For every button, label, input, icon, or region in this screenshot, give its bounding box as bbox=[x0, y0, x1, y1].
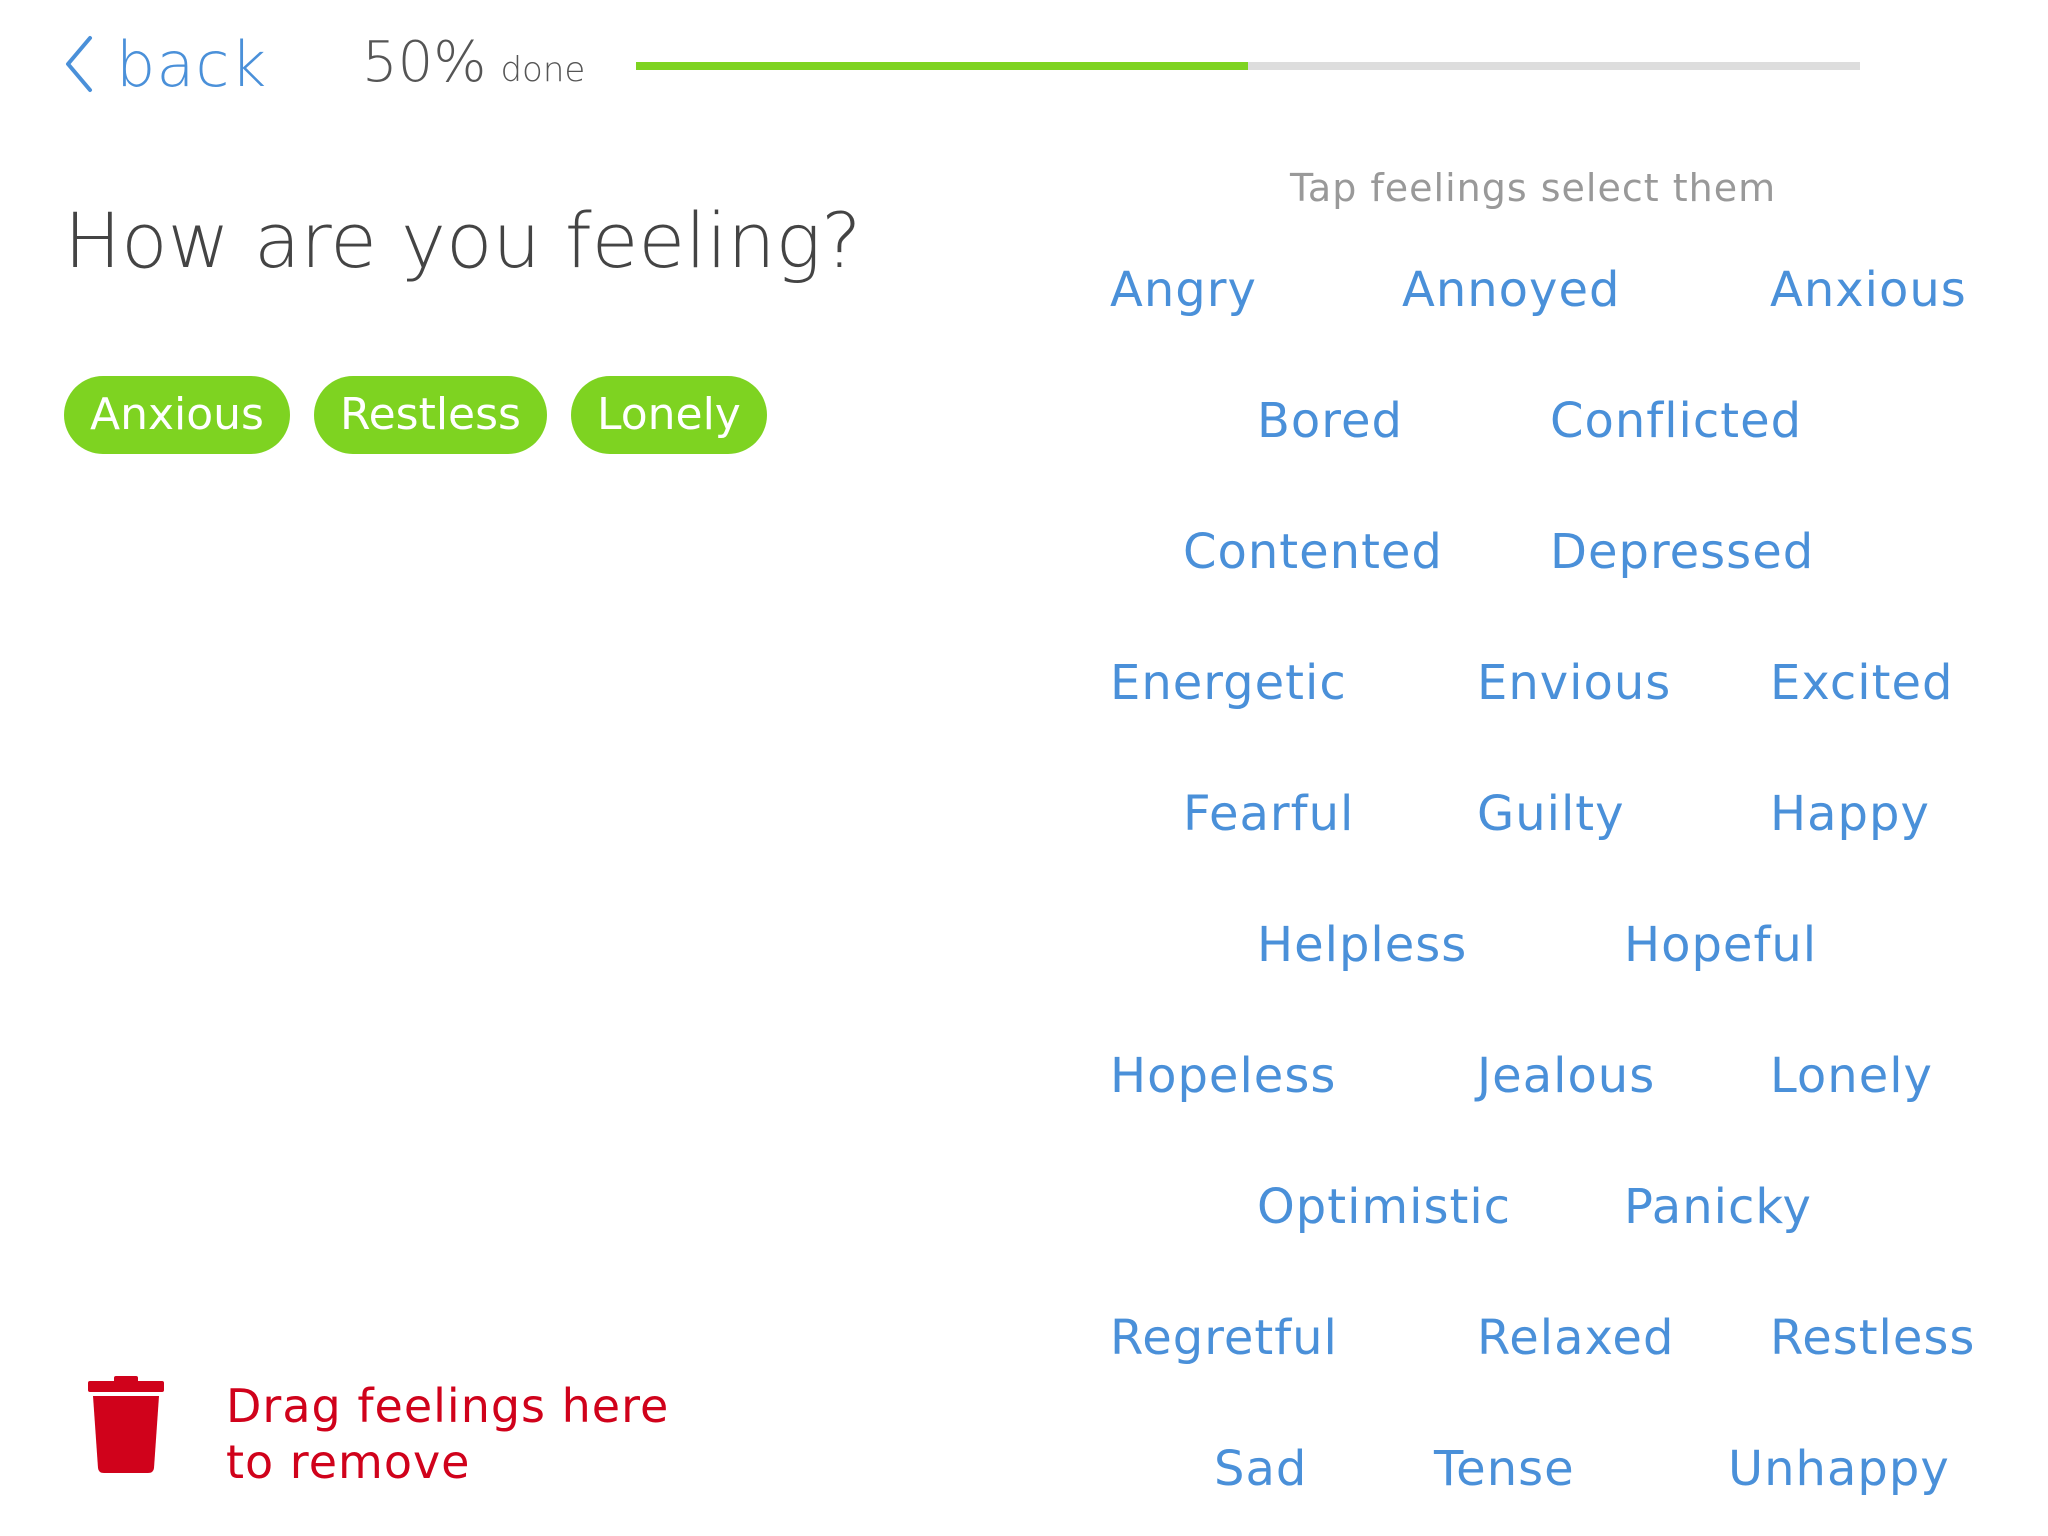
feeling-option-energetic[interactable]: Energetic bbox=[1110, 655, 1347, 711]
feeling-option-optimistic[interactable]: Optimistic bbox=[1257, 1179, 1511, 1235]
feeling-option-lonely[interactable]: Lonely bbox=[1770, 1048, 1933, 1104]
feeling-option-envious[interactable]: Envious bbox=[1477, 655, 1671, 711]
progress-bar bbox=[636, 62, 1860, 70]
progress-bar-fill bbox=[636, 62, 1248, 70]
feeling-option-hopeful[interactable]: Hopeful bbox=[1624, 917, 1817, 973]
feeling-option-excited[interactable]: Excited bbox=[1770, 655, 1953, 711]
feeling-option-panicky[interactable]: Panicky bbox=[1624, 1179, 1812, 1235]
trash-icon bbox=[88, 1376, 164, 1474]
back-button[interactable]: back bbox=[64, 24, 267, 104]
progress-done-label: done bbox=[500, 50, 586, 90]
feeling-option-tense[interactable]: Tense bbox=[1434, 1441, 1575, 1497]
progress-percent: 50% bbox=[362, 30, 487, 95]
progress-text: 50% done bbox=[362, 30, 585, 95]
feeling-option-bored[interactable]: Bored bbox=[1257, 393, 1403, 449]
remove-instructions: Drag feelings here to remove bbox=[226, 1378, 669, 1490]
selected-feelings: Anxious Restless Lonely bbox=[64, 376, 767, 454]
feeling-option-sad[interactable]: Sad bbox=[1214, 1441, 1307, 1497]
page-title: How are you feeling? bbox=[64, 196, 862, 285]
feeling-option-restless[interactable]: Restless bbox=[1770, 1310, 1975, 1366]
feeling-option-jealous[interactable]: Jealous bbox=[1477, 1048, 1655, 1104]
feeling-option-anxious[interactable]: Anxious bbox=[1770, 262, 1967, 318]
feeling-option-helpless[interactable]: Helpless bbox=[1257, 917, 1467, 973]
feeling-option-unhappy[interactable]: Unhappy bbox=[1728, 1441, 1950, 1497]
remove-instructions-line1: Drag feelings here bbox=[226, 1379, 670, 1433]
selected-feeling-chip[interactable]: Anxious bbox=[64, 376, 290, 454]
feeling-option-conflicted[interactable]: Conflicted bbox=[1550, 393, 1802, 449]
feeling-option-hopeless[interactable]: Hopeless bbox=[1110, 1048, 1336, 1104]
feeling-option-angry[interactable]: Angry bbox=[1110, 262, 1257, 318]
chevron-left-icon bbox=[64, 35, 94, 93]
selected-feeling-chip[interactable]: Restless bbox=[313, 376, 547, 454]
feeling-option-fearful[interactable]: Fearful bbox=[1183, 786, 1354, 842]
feeling-option-happy[interactable]: Happy bbox=[1770, 786, 1930, 842]
feeling-option-regretful[interactable]: Regretful bbox=[1110, 1310, 1338, 1366]
selected-feeling-chip[interactable]: Lonely bbox=[570, 376, 767, 454]
feelings-hint: Tap feelings select them bbox=[1290, 166, 1777, 210]
feeling-option-contented[interactable]: Contented bbox=[1183, 524, 1443, 580]
feeling-option-relaxed[interactable]: Relaxed bbox=[1477, 1310, 1674, 1366]
remove-drop-zone[interactable] bbox=[88, 1376, 164, 1474]
remove-instructions-line2: to remove bbox=[226, 1435, 471, 1489]
feeling-option-annoyed[interactable]: Annoyed bbox=[1402, 262, 1620, 318]
feeling-option-guilty[interactable]: Guilty bbox=[1477, 786, 1625, 842]
feeling-option-depressed[interactable]: Depressed bbox=[1550, 524, 1814, 580]
back-label: back bbox=[116, 27, 268, 101]
